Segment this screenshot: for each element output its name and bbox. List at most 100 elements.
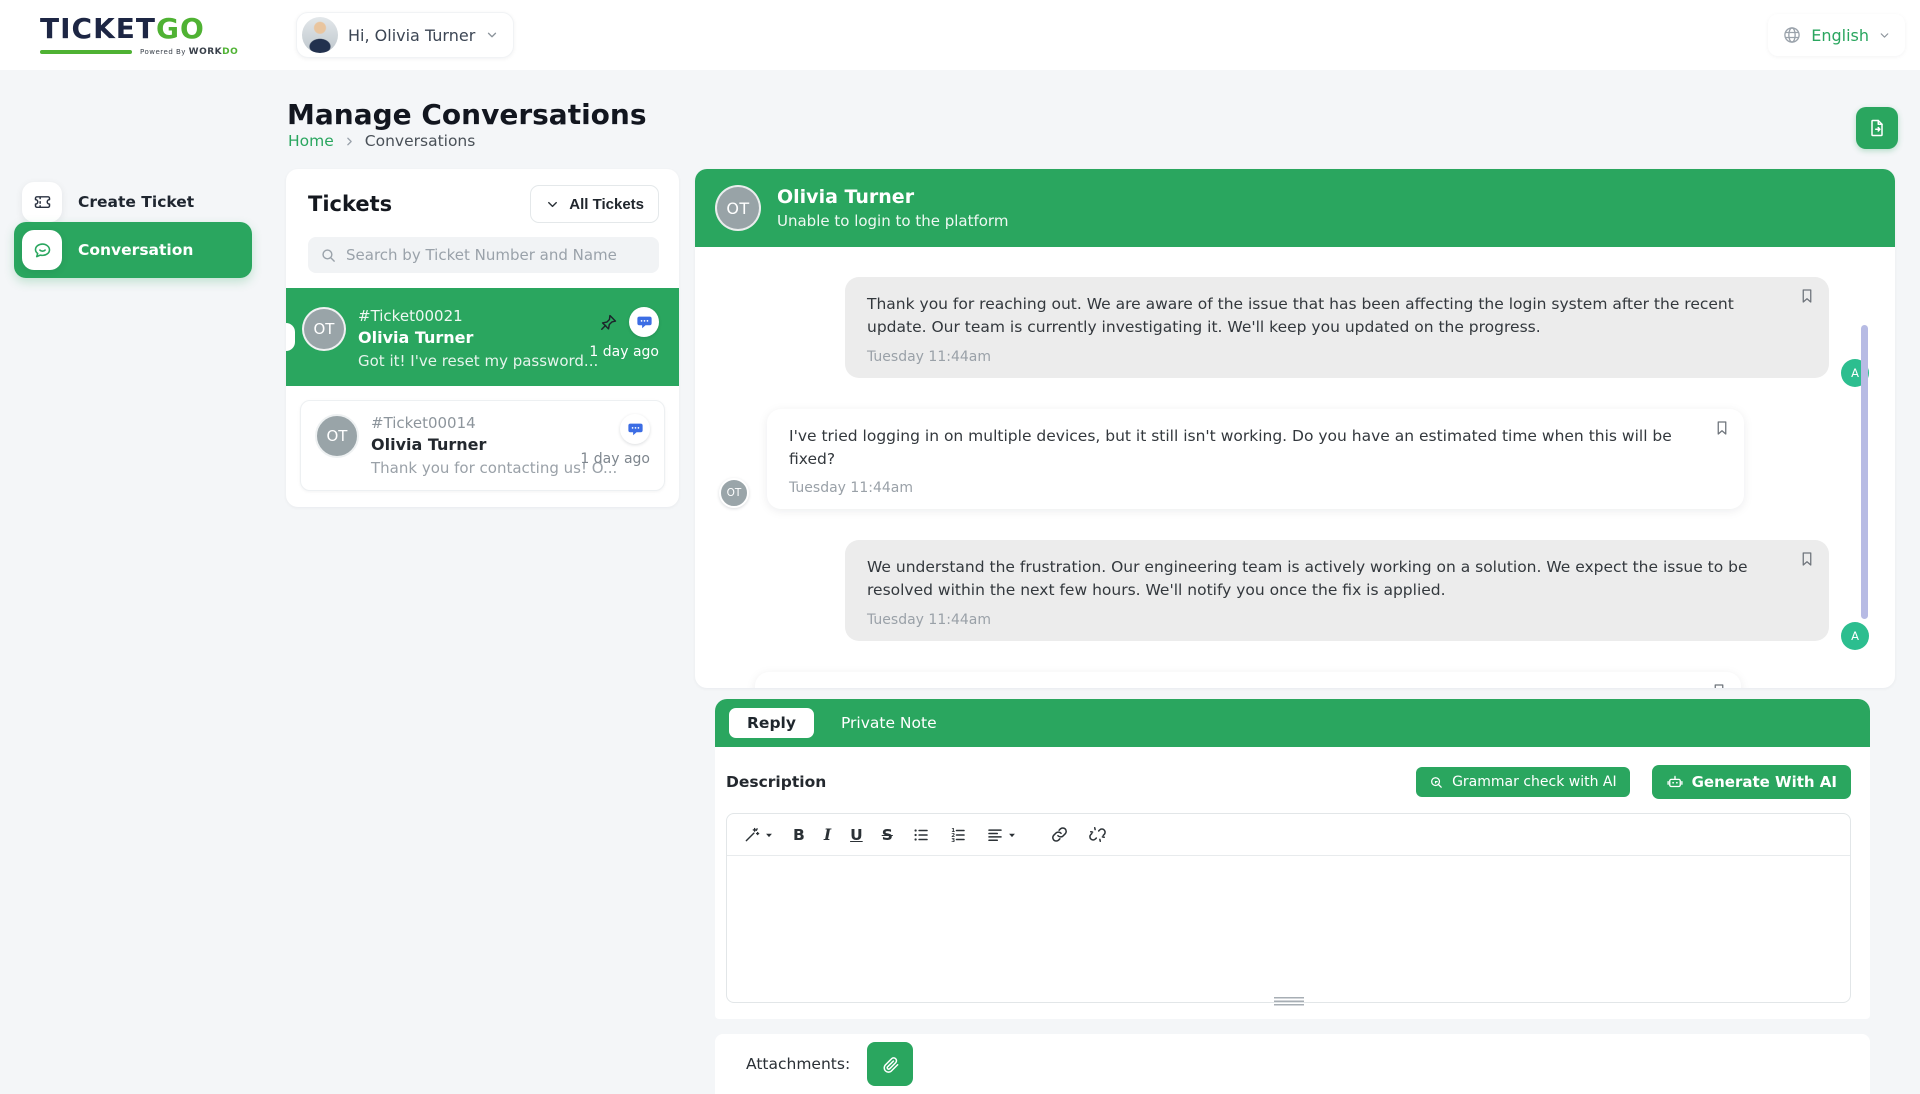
messages-area: Thank you for reaching out. We are aware…	[695, 247, 1895, 688]
powered-by-text: Powered By WORKDO	[140, 47, 239, 57]
description-label: Description	[726, 773, 827, 791]
conversation-header: OT Olivia Turner Unable to login to the …	[695, 169, 1895, 247]
bullet-list-button[interactable]	[912, 826, 930, 844]
reply-tab-bar: Reply Private Note	[715, 699, 1870, 747]
sidebar-item-label: Conversation	[78, 241, 194, 259]
ticket-message-preview: Got it! I've reset my password...	[358, 352, 599, 370]
message-bubble: Thank you for reaching out. We are aware…	[845, 277, 1829, 378]
selected-ticket-notch	[286, 323, 295, 351]
tickets-panel: Tickets All Tickets OT #Ticket00021 Oliv…	[286, 169, 679, 507]
customer-avatar: OT	[715, 185, 761, 231]
message-indicator-icon	[620, 414, 650, 444]
ticket-avatar: OT	[315, 414, 359, 458]
bookmark-icon[interactable]	[1713, 419, 1731, 437]
bookmark-icon[interactable]	[1798, 550, 1816, 568]
robot-icon	[1667, 775, 1683, 788]
editor-resize-handle[interactable]	[1273, 997, 1304, 1006]
conversation-subject: Unable to login to the platform	[777, 212, 1009, 230]
underline-button[interactable]: U	[850, 826, 863, 844]
editor-content[interactable]	[727, 856, 1850, 1002]
ticket-time: 1 day ago	[589, 344, 659, 360]
ticket-avatar: OT	[302, 307, 346, 351]
breadcrumb: Home Conversations	[288, 132, 475, 150]
message-time: Tuesday 11:44am	[867, 611, 991, 628]
chevron-down-icon	[766, 833, 772, 837]
align-dropdown[interactable]	[986, 826, 1017, 844]
ticket-number: #Ticket00021	[358, 307, 463, 325]
sidebar-item-conversation[interactable]: Conversation	[14, 222, 252, 278]
paperclip-icon	[883, 1056, 899, 1073]
ticket-time: 1 day ago	[580, 451, 650, 467]
top-header: TICKETGO Powered By WORKDO Hi, Olivia Tu…	[0, 0, 1920, 70]
svg-text:3: 3	[951, 837, 955, 843]
strikethrough-button[interactable]: S	[882, 826, 893, 844]
export-button[interactable]	[1856, 107, 1898, 149]
reply-panel: Reply Private Note Description Grammar c…	[715, 699, 1870, 1094]
bookmark-icon[interactable]	[1798, 287, 1816, 305]
ticket-list-item[interactable]: OT #Ticket00014 Olivia Turner Thank you …	[300, 400, 665, 491]
attach-file-button[interactable]	[867, 1042, 914, 1086]
conversation-customer-name: Olivia Turner	[777, 186, 915, 208]
message-text: Thank you for reaching out. We are aware…	[867, 295, 1734, 337]
ai-wand-dropdown[interactable]	[743, 826, 774, 844]
align-icon	[988, 828, 1002, 841]
page-title: Manage Conversations	[287, 98, 647, 131]
message-bubble: I've tried logging in on multiple device…	[767, 408, 1744, 509]
user-avatar	[302, 17, 338, 53]
message-row-agent: Thank you for reaching out. We are aware…	[695, 277, 1895, 387]
generate-ai-label: Generate With AI	[1691, 773, 1837, 791]
generate-ai-button[interactable]: Generate With AI	[1651, 765, 1851, 799]
tab-private-note[interactable]: Private Note	[841, 714, 937, 732]
globe-icon	[1784, 27, 1800, 43]
ticket-message-preview: Thank you for contacting us! O...	[371, 459, 618, 477]
customer-avatar-small: OT	[719, 478, 749, 508]
chevron-right-icon	[347, 137, 352, 145]
ticket-icon	[22, 182, 62, 222]
search-icon	[322, 248, 335, 262]
italic-button[interactable]: I	[824, 825, 831, 844]
greeting-text: Hi, Olivia Turner	[348, 25, 476, 45]
search-input[interactable]	[346, 246, 647, 264]
message-indicator-icon	[629, 307, 659, 337]
tab-reply[interactable]: Reply	[729, 708, 814, 738]
chat-bubble-icon	[22, 230, 62, 270]
pin-icon[interactable]	[599, 313, 618, 332]
bookmark-icon[interactable]	[1710, 682, 1728, 689]
message-text: I've tried logging in on multiple device…	[789, 426, 1672, 468]
profile-menu[interactable]: Hi, Olivia Turner	[296, 12, 515, 58]
chevron-down-icon	[1880, 32, 1889, 38]
sidebar-item-label: Create Ticket	[78, 193, 195, 211]
link-button[interactable]	[1050, 825, 1069, 844]
ticket-list-item-selected[interactable]: OT #Ticket00021 Olivia Turner Got it! I'…	[286, 288, 679, 386]
ticket-filter-dropdown[interactable]: All Tickets	[530, 185, 659, 223]
grammar-check-button[interactable]: Grammar check with AI	[1416, 767, 1630, 797]
tickets-panel-title: Tickets	[308, 192, 393, 216]
logo-underline	[40, 50, 132, 54]
bold-button[interactable]: B	[793, 826, 805, 844]
chevron-down-icon	[488, 32, 497, 38]
grammar-check-label: Grammar check with AI	[1452, 774, 1617, 790]
message-row-customer: OT I've tried logging in on multiple dev…	[695, 408, 1895, 509]
breadcrumb-home-link[interactable]: Home	[288, 132, 334, 150]
ordered-list-icon: 123	[951, 828, 965, 843]
chevron-down-icon	[1008, 833, 1015, 837]
message-text: We understand the frustration. Our engin…	[867, 558, 1748, 600]
agent-avatar: A	[1841, 621, 1869, 650]
ordered-list-button[interactable]: 123	[949, 826, 967, 844]
attachments-bar: Attachments:	[715, 1034, 1870, 1094]
unlink-button[interactable]	[1088, 825, 1107, 844]
attachments-label: Attachments:	[746, 1055, 851, 1073]
message-bubble-partial	[755, 671, 1741, 689]
editor-toolbar: B I U S 123	[727, 814, 1850, 856]
link-icon	[1051, 827, 1067, 842]
app-logo[interactable]: TICKETGO Powered By WORKDO	[40, 12, 240, 57]
message-row-agent: We understand the frustration. Our engin…	[695, 540, 1895, 650]
messages-scrollbar[interactable]	[1861, 325, 1868, 619]
ticket-filter-label: All Tickets	[569, 195, 644, 213]
sidebar-item-create-ticket[interactable]: Create Ticket	[14, 178, 252, 226]
message-time: Tuesday 11:44am	[789, 480, 913, 496]
sidebar: Create Ticket Conversation	[0, 70, 262, 1080]
message-time: Tuesday 11:44am	[867, 348, 991, 365]
language-selector[interactable]: English	[1768, 14, 1905, 56]
bullet-list-icon	[914, 828, 928, 841]
